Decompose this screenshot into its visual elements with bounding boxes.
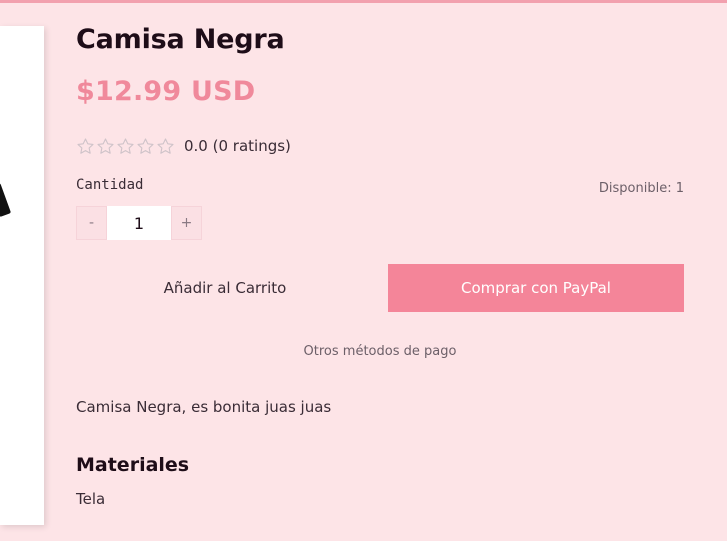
star-icon[interactable] [156,137,175,156]
increment-button[interactable]: + [171,206,202,240]
quantity-input[interactable] [107,206,171,240]
rating-row: 0.0 (0 ratings) [76,134,291,158]
product-title: Camisa Negra [76,24,285,55]
top-border [0,0,727,3]
star-icon[interactable] [116,137,135,156]
availability-text: Disponible: 1 [598,181,684,196]
rating-text: 0.0 (0 ratings) [184,137,291,155]
star-icon[interactable] [96,137,115,156]
add-to-cart-button[interactable]: Añadir al Carrito [76,264,374,312]
decrement-button[interactable]: - [76,206,107,240]
paypal-checkout-button[interactable]: Comprar con PayPal [388,264,684,312]
other-payment-methods-link[interactable]: Otros métodos de pago [76,344,684,359]
materials-value: Tela [76,490,106,508]
quantity-label: Cantidad [76,177,144,193]
rating-stars[interactable] [76,137,175,156]
materials-heading: Materiales [76,454,190,476]
product-image[interactable] [0,26,44,525]
product-price: $12.99 USD [76,76,256,107]
star-icon[interactable] [76,137,95,156]
product-description: Camisa Negra, es bonita juas juas [76,398,332,416]
star-icon[interactable] [136,137,155,156]
quantity-stepper: - + [76,206,202,240]
shirt-image-fragment [0,182,12,218]
